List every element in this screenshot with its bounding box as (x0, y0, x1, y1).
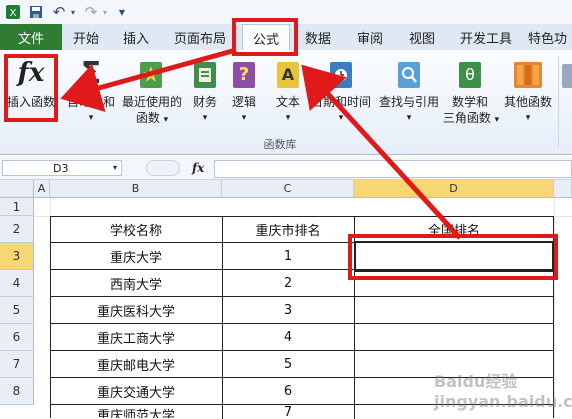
watermark: Baidu经验 jingyan.baidu.com (434, 372, 572, 411)
arrow-to-insert-function (60, 47, 237, 113)
annotation-arrows (60, 47, 462, 240)
arrow-to-formulas-tab (301, 64, 462, 240)
